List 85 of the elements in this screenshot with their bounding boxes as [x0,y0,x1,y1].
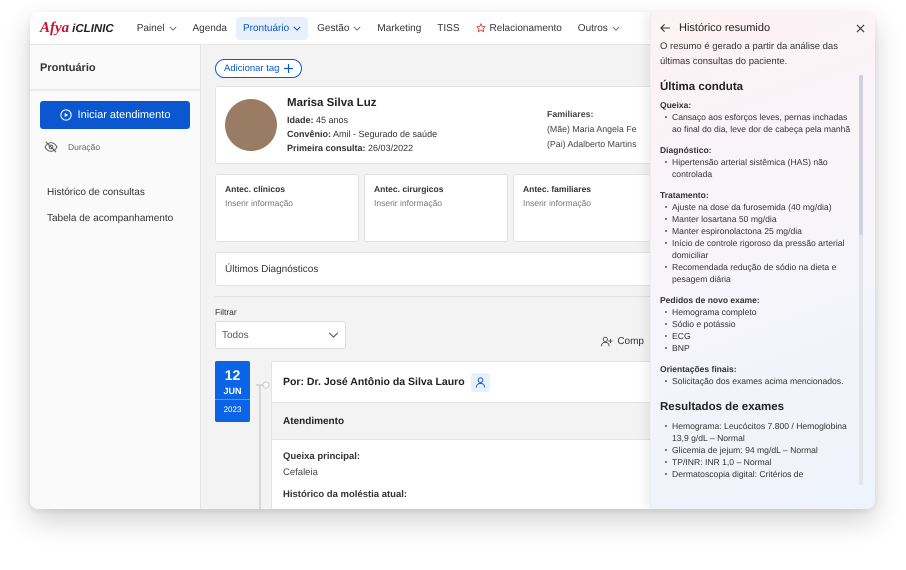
diagnostics-title: Últimos Diagnósticos [225,264,318,274]
eye-off-icon[interactable] [44,141,58,153]
group-label: Diagnóstico: [660,145,712,155]
nav-menu-item[interactable]: Marketing [370,16,428,40]
group-label: Orientações finais: [660,364,738,374]
scrollbar[interactable] [859,75,863,485]
group-label: Pedidos de novo exame: [660,295,761,305]
chevron-down-icon [328,332,339,338]
list-item-text: Ajuste na dose da furosemida (40 mg/dia) [672,201,832,213]
list-item-text: Manter espironolactona 25 mg/dia [672,225,802,237]
user-icon [474,376,486,388]
nav-menu-item[interactable]: Gestão [310,16,368,40]
patient-info-text: Primeira consulta: 26/03/2022 [287,143,414,153]
relatives-label: Familiares: [547,109,594,119]
history-card-title: Antec. familiares [523,184,592,194]
user-plus-icon [601,336,614,347]
field-label: Queixa principal: [283,451,362,462]
history-card-placeholder: Inserir informação [225,198,294,208]
relative-text: (Pai) Adalberto Martins [547,139,636,149]
history-card-placeholder: Inserir informação [374,198,444,208]
nav-menu-item[interactable]: Outros [570,16,627,40]
filter-label: Filtrar [215,307,238,317]
section-heading: Resultados de exames [660,401,786,413]
nav-menu-item[interactable]: Relacionamento [468,16,569,40]
patient-name: Marisa Silva Luz [287,97,378,109]
doctor-profile-button[interactable] [470,372,490,392]
list-item-text: Recomendada redução de sódio na dieta e pesagem diária [672,261,838,285]
list-item-text: ECG [672,330,691,342]
share-button[interactable]: Comp [601,336,644,349]
list-item-text: Hemograma: Leucócitos 7.800 / Hemoglobina 13,9 g/dL – Normal [672,420,848,444]
list-item-text: Início de controle rigoroso da pressão arterial domiciliar [672,237,846,261]
nav-menu-item[interactable]: Agenda [186,16,234,40]
list-item-text: Glicemia de jejum: 94 mg/dL – Normal [672,444,818,456]
sidebar-title: Prontuário [30,45,200,91]
list-item-text: Sódio e potássio [672,318,736,330]
arrow-left-icon [660,23,671,33]
start-consultation-button[interactable]: Iniciar atendimento [40,101,190,129]
add-tag-button[interactable]: Adicionar tag [215,59,302,78]
list-item-text: BNP [672,342,690,354]
nav-menu-item[interactable]: TISS [430,16,467,40]
list-item-text: Dermatoscopia digital: Critérios de [672,468,804,480]
date-year: 2023 [222,404,242,414]
filter-dropdown[interactable]: Todos [215,321,346,349]
list-item-text: Solicitação dos exames acima mencionados. [672,375,844,387]
group-label: Queixa: [660,100,692,110]
photo-placeholder [225,99,277,151]
logo-text: Afya [40,20,70,36]
nav-menu-item[interactable]: Prontuário [236,16,308,40]
sidebar-link[interactable]: Histórico de consultas [30,181,200,204]
relative-text: (Mãe) Maria Angela Fe [547,124,636,134]
field-value: Cefaleia [283,467,319,478]
nav-menu-item[interactable]: Painel [130,16,184,40]
logo-text: iCLINIC [72,22,114,34]
patient-info-text: Convênio: Amil - Segurado de saúde [287,129,438,139]
section-title: Atendimento [283,416,344,426]
close-button[interactable] [856,24,865,32]
group-label: Tratamento: [660,190,710,200]
list-item-text: Manter losartana 50 mg/dia [672,213,777,225]
star-icon [476,23,486,33]
list-item-text: Cansaço aos esforços leves, pernas inchadas ao final do dia, leve dor de cabeça pela manhã [672,111,852,135]
duration-label: Duração [68,142,100,152]
patient-info-text: Idade: 45 anos [287,115,350,125]
play-circle-icon [60,109,72,121]
scrollbar-thumb[interactable] [859,75,863,235]
doctor-name: Por: Dr. José Antônio da Silva Lauro [283,376,465,388]
history-card[interactable]: Antec. familiares Inserir informação [513,174,650,242]
close-icon [856,24,865,32]
history-card-title: Antec. cirurgicos [374,184,444,194]
section-heading: Última conduta [660,81,744,93]
history-card[interactable]: Antec. clínicos Inserir informação [215,174,359,242]
panel-title: Histórico resumido [679,22,772,34]
diagnostics-card[interactable]: Últimos Diagnósticos [215,252,650,286]
list-item-text: Hipertensão arterial sistêmica (HAS) não controlada [672,156,829,180]
history-card-title: Antec. clínicos [225,184,286,194]
date-day: 12 [215,361,250,383]
plus-icon [284,64,294,73]
back-button[interactable] [660,23,671,33]
panel-description: O resumo é gerado a partir da análise das últimas consultas do paciente. [660,40,839,69]
list-item-text: Hemograma completo [672,306,757,318]
date-month: JUN [215,383,250,400]
field-label: Histórico da moléstia atual: [283,489,408,500]
history-card-placeholder: Inserir informação [523,198,592,208]
history-card[interactable]: Antec. cirurgicos Inserir informação [364,174,508,242]
list-item-text: TP/INR: INR 1,0 – Normal [672,456,772,468]
sidebar-link[interactable]: Tabela de acompanhamento [30,207,200,230]
